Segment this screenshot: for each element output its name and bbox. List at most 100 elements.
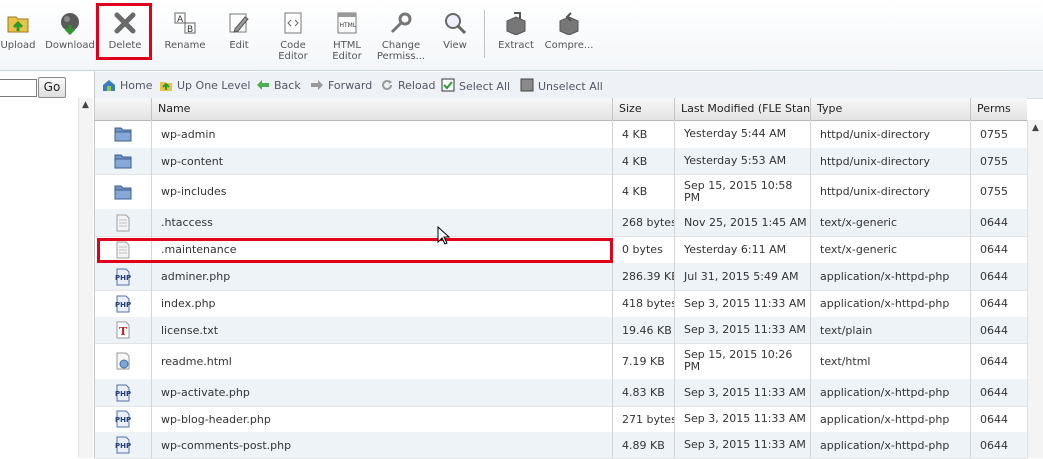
- view-button[interactable]: View: [427, 8, 483, 64]
- change-permissions-button[interactable]: Change Permiss...: [373, 8, 429, 64]
- table-row[interactable]: PHP adminer.php 286.39 KB Jul 31, 2015 5:49…: [95, 263, 1027, 291]
- table-row[interactable]: readme.html 7.19 KB Sep 15, 2015 10:26 PM t…: [95, 343, 1027, 380]
- rename-button[interactable]: AB Rename: [157, 8, 213, 64]
- home-link[interactable]: Home: [102, 78, 152, 94]
- upload-button[interactable]: Upload: [0, 8, 46, 64]
- column-name[interactable]: Name: [151, 98, 612, 120]
- left-scrollbar[interactable]: ▲: [78, 98, 93, 458]
- column-size[interactable]: Size: [612, 98, 674, 120]
- cell-name[interactable]: wp-activate.php: [151, 379, 612, 406]
- cell-type: text/x-generic: [820, 216, 898, 229]
- column-divider: [810, 263, 811, 290]
- extract-button[interactable]: Extract: [488, 8, 544, 64]
- directory-tree-pane: Go ▲: [0, 71, 95, 458]
- scroll-up-icon[interactable]: ▲: [1032, 123, 1039, 133]
- cell-name[interactable]: readme.html: [151, 343, 612, 379]
- cell-name[interactable]: wp-admin: [151, 120, 612, 148]
- column-divider: [612, 290, 613, 317]
- code-editor-button[interactable]: Code Editor: [265, 8, 321, 64]
- table-row[interactable]: wp-includes 4 KB Sep 15, 2015 10:58 PM http…: [95, 174, 1027, 210]
- cell-name[interactable]: .htaccess: [151, 209, 612, 236]
- cell-name[interactable]: wp-includes: [151, 174, 612, 209]
- compress-icon: [559, 12, 579, 35]
- column-divider: [151, 263, 152, 290]
- cell-name[interactable]: wp-content: [151, 148, 612, 174]
- column-divider: [810, 343, 811, 379]
- column-divider: [151, 406, 152, 432]
- download-label: Download: [45, 40, 95, 51]
- column-divider: [970, 263, 971, 290]
- svg-text:PHP: PHP: [115, 274, 131, 282]
- cell-type: httpd/unix-directory: [820, 185, 930, 198]
- code-editor-icon: [284, 12, 302, 34]
- download-button[interactable]: Download: [42, 8, 98, 64]
- cell-name[interactable]: adminer.php: [151, 263, 612, 290]
- svg-text:HTML: HTML: [340, 22, 357, 29]
- column-divider: [810, 379, 811, 406]
- forward-link[interactable]: Forward: [310, 78, 372, 94]
- cell-modified: Yesterday 5:44 AM: [684, 127, 787, 140]
- column-last-modified[interactable]: Last Modified (FLE Standard Time): [674, 98, 810, 120]
- permissions-icon: [390, 12, 412, 34]
- compress-button[interactable]: Compre...: [541, 8, 597, 64]
- cell-modified: Sep 3, 2015 11:33 AM: [684, 323, 806, 336]
- cell-size: 19.46 KB: [622, 323, 672, 337]
- cell-type: application/x-httpd-php: [820, 270, 950, 283]
- html-editor-button[interactable]: HTML HTML Editor: [319, 8, 375, 64]
- back-label: Back: [274, 79, 301, 92]
- svg-text:PHP: PHP: [115, 416, 131, 424]
- cell-name[interactable]: wp-blog-header.php: [151, 406, 612, 432]
- html-editor-icon: HTML: [337, 12, 357, 34]
- extract-icon: [506, 12, 526, 35]
- unselect-all-link[interactable]: Unselect All: [520, 78, 603, 94]
- table-row[interactable]: PHP index.php 418 bytes Sep 3, 2015 11:33 A…: [95, 290, 1027, 318]
- table-row[interactable]: PHP wp-comments-post.php 4.89 KB Sep 3, 201…: [95, 432, 1027, 459]
- reload-link[interactable]: Reload: [380, 78, 435, 94]
- column-divider: [674, 174, 675, 209]
- table-row[interactable]: .htaccess 268 bytes Nov 25, 2015 1:45 AM te…: [95, 209, 1027, 237]
- folder-icon: [95, 174, 151, 209]
- column-divider: [810, 236, 811, 263]
- cell-type: httpd/unix-directory: [820, 154, 930, 168]
- cell-modified: Nov 25, 2015 1:45 AM: [684, 215, 807, 229]
- column-divider: [810, 174, 811, 209]
- cell-name[interactable]: index.php: [151, 290, 612, 317]
- table-row[interactable]: wp-content 4 KB Yesterday 5:53 AM httpd/uni…: [95, 148, 1027, 175]
- select-all-link[interactable]: Select All: [441, 78, 510, 94]
- code-editor-label: Code Editor: [278, 40, 308, 62]
- cell-size: 286.39 KB: [622, 270, 674, 283]
- path-input[interactable]: [0, 79, 37, 97]
- column-divider: [612, 343, 613, 379]
- cell-name[interactable]: license.txt: [151, 317, 612, 343]
- table-row[interactable]: PHP wp-blog-header.php 271 bytes Sep 3, 201…: [95, 406, 1027, 433]
- column-divider: [970, 343, 971, 379]
- table-scrollbar[interactable]: ▲: [1027, 120, 1043, 458]
- php-file-icon: PHP: [95, 379, 151, 406]
- edit-icon: [229, 13, 249, 33]
- back-link[interactable]: Back: [256, 78, 301, 94]
- cell-modified: Yesterday 6:11 AM: [684, 242, 787, 256]
- cell-modified: Sep 15, 2015 10:58 PM: [684, 178, 793, 204]
- reload-icon: [382, 80, 393, 91]
- go-button[interactable]: Go: [38, 77, 66, 98]
- up-one-level-link[interactable]: Up One Level: [159, 78, 250, 94]
- cell-perms: 0644: [980, 243, 1008, 256]
- forward-label: Forward: [328, 79, 373, 92]
- edit-button[interactable]: Edit: [211, 8, 267, 64]
- reload-label: Reload: [398, 79, 436, 92]
- column-divider: [674, 406, 675, 432]
- table-row[interactable]: wp-admin 4 KB Yesterday 5:44 AM httpd/unix-…: [95, 120, 1027, 149]
- cell-modified: Sep 3, 2015 11:33 AM: [684, 412, 806, 425]
- php-file-icon: PHP: [95, 263, 151, 290]
- maintenance-row-highlight: [97, 238, 613, 263]
- cell-perms: 0644: [980, 216, 1008, 229]
- home-label: Home: [120, 79, 153, 92]
- scroll-up-icon[interactable]: ▲: [82, 100, 89, 110]
- column-type[interactable]: Type: [810, 98, 970, 120]
- table-row[interactable]: Tlicense.txt 19.46 KB Sep 3, 2015 11:33 AM…: [95, 317, 1027, 344]
- column-perms[interactable]: Perms: [970, 98, 1027, 120]
- cell-name[interactable]: wp-comments-post.php: [151, 432, 612, 458]
- column-divider: [612, 379, 613, 406]
- cell-modified: Sep 15, 2015 10:26 PM: [684, 348, 793, 373]
- table-row[interactable]: PHP wp-activate.php 4.83 KB Sep 3, 2015 11:…: [95, 379, 1027, 407]
